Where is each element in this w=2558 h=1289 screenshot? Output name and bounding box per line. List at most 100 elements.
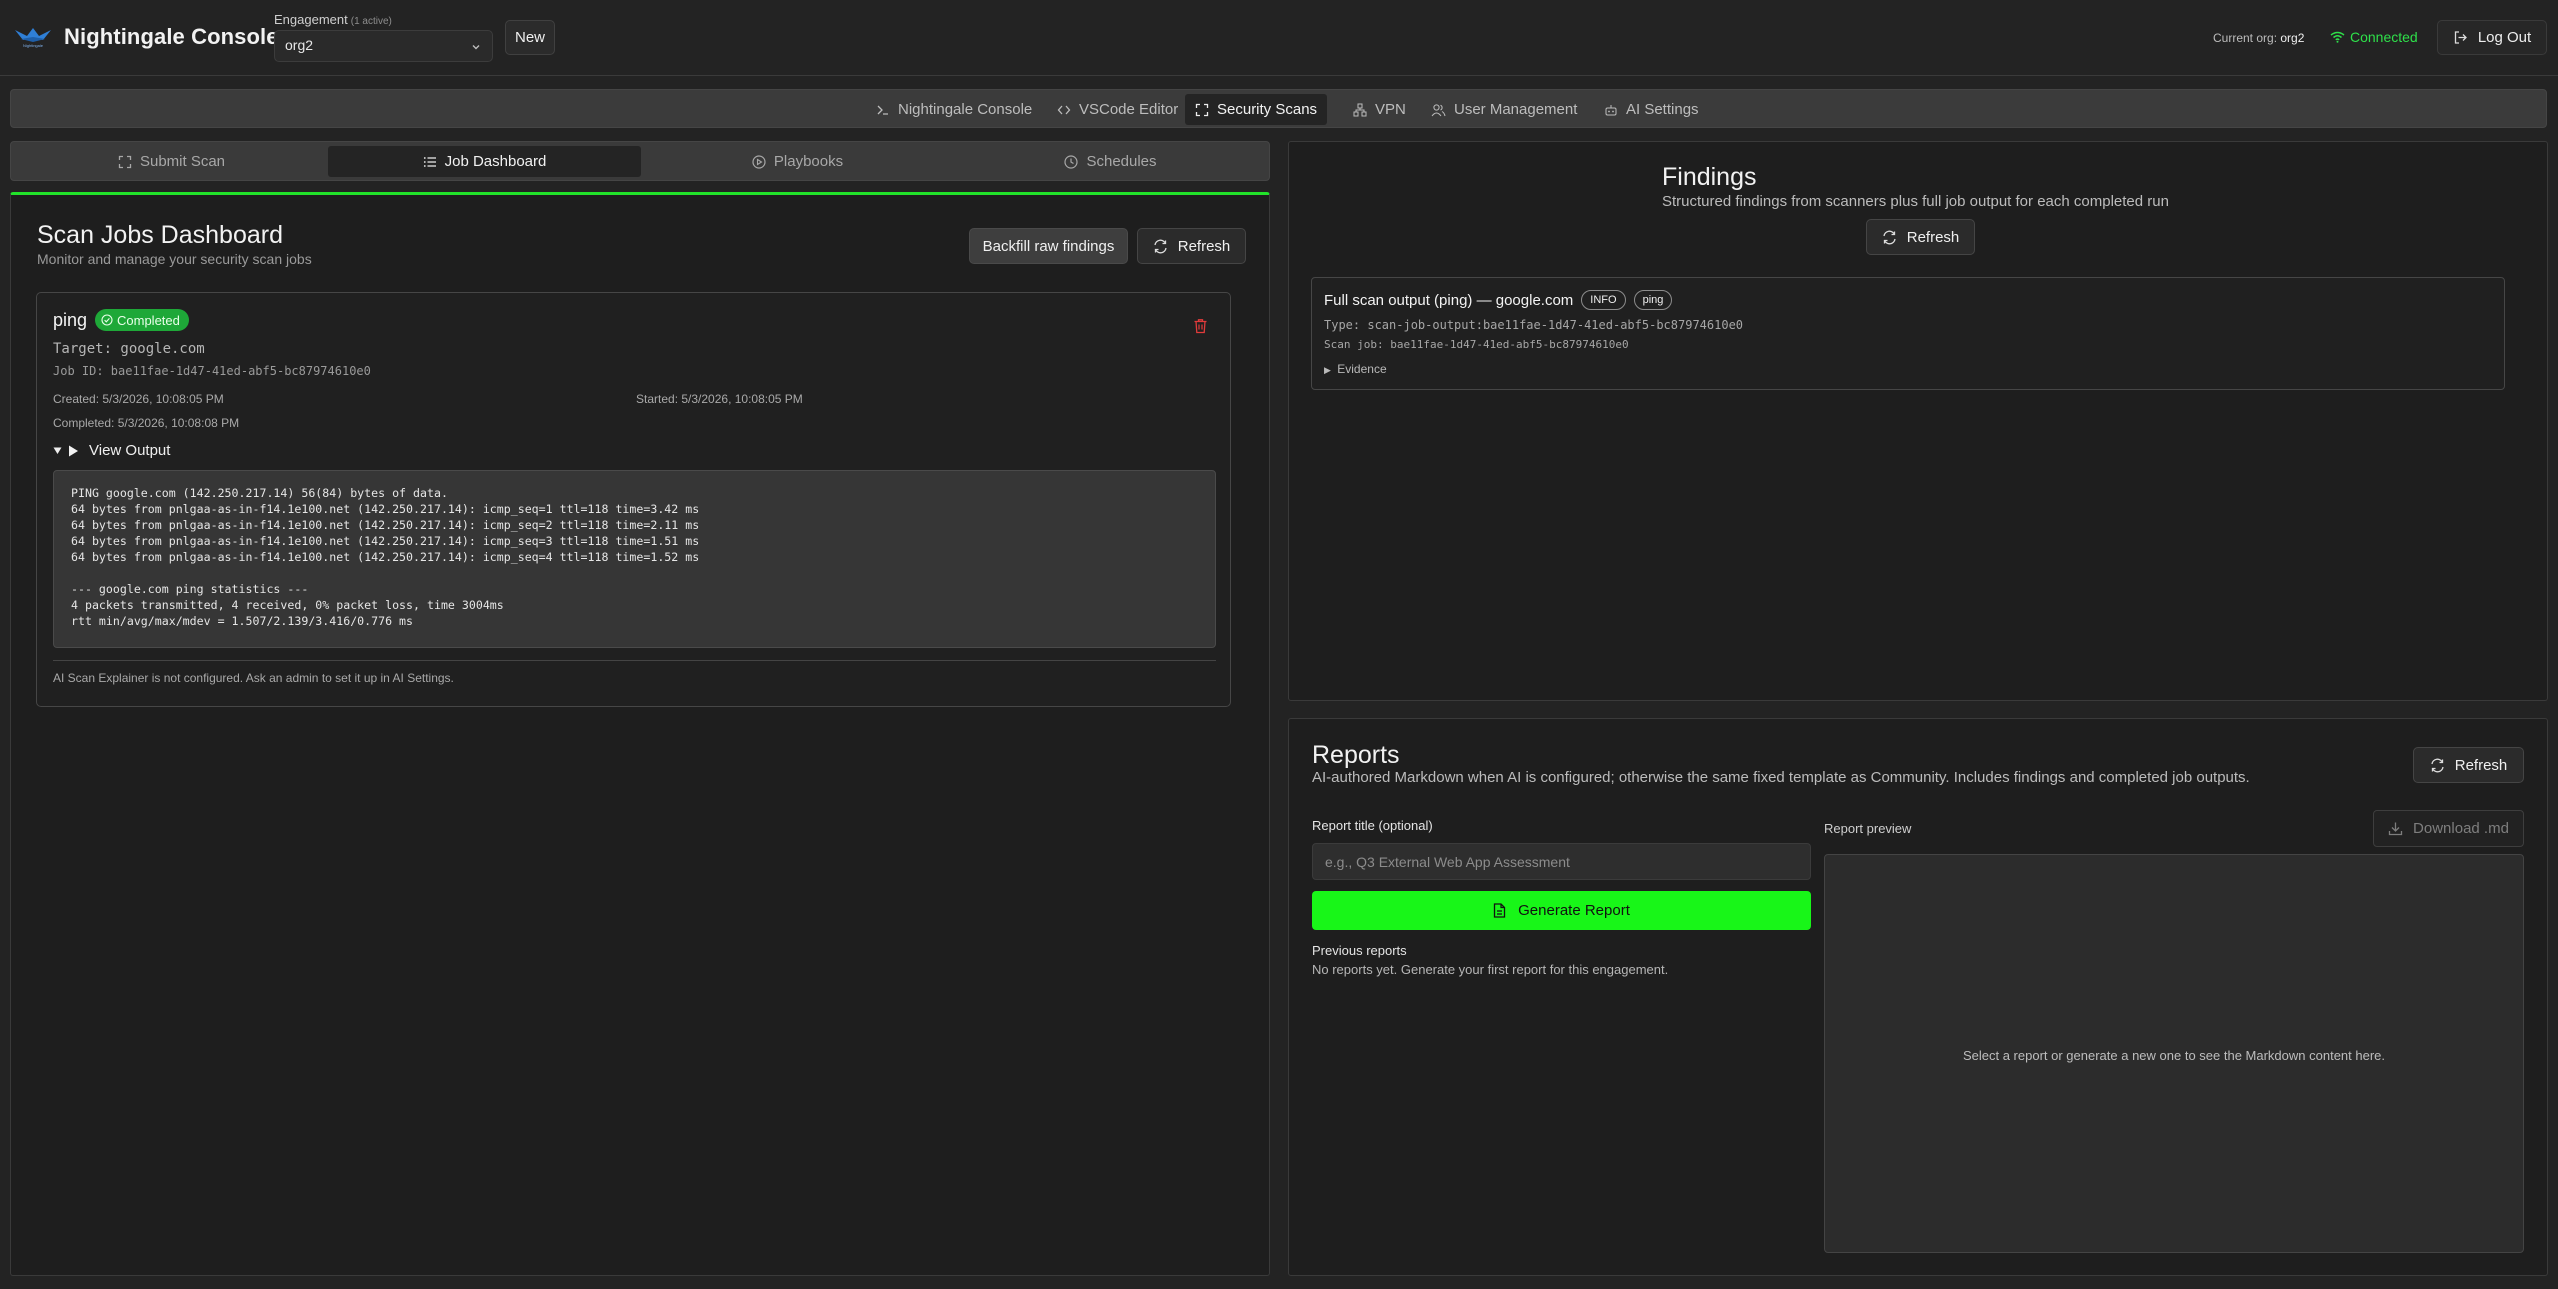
- refresh-findings-button[interactable]: Refresh: [1866, 219, 1975, 255]
- nav-ai-settings[interactable]: AI Settings: [1594, 94, 1709, 125]
- finding-scan-job: Scan job: bae11fae-1d47-41ed-abf5-bc8797…: [1324, 338, 1629, 351]
- refresh-icon: [1882, 230, 1897, 245]
- wifi-icon: [2330, 31, 2345, 43]
- tab-submit-scan[interactable]: Submit Scan: [15, 146, 328, 177]
- view-output-toggle[interactable]: View Output: [53, 442, 170, 459]
- bot-icon: [1604, 103, 1618, 117]
- nightingale-logo[interactable]: Nightingale: [13, 26, 53, 48]
- nav-nightingale-console[interactable]: Nightingale Console: [866, 94, 1042, 125]
- job-started: Started: 5/3/2026, 10:08:05 PM: [636, 392, 803, 406]
- tab-label: Job Dashboard: [444, 153, 547, 170]
- nav-item-label: Nightingale Console: [898, 101, 1033, 118]
- refresh-icon: [2430, 758, 2445, 773]
- job-id: Job ID: bae11fae-1d47-41ed-abf5-bc879746…: [53, 364, 371, 378]
- report-preview-empty: Select a report or generate a new one to…: [1962, 1048, 2386, 1063]
- findings-panel: Findings Structured findings from scanne…: [1288, 141, 2548, 701]
- engagement-label-text: Engagement: [274, 12, 348, 27]
- tab-job-dashboard[interactable]: Job Dashboard: [328, 146, 641, 177]
- report-title-input[interactable]: [1312, 843, 1811, 880]
- app-title: Nightingale Console: [64, 24, 279, 49]
- page-subtitle: Monitor and manage your security scan jo…: [37, 251, 312, 267]
- scanner-tag: ping: [1633, 290, 1673, 310]
- tab-schedules[interactable]: Schedules: [954, 146, 1267, 177]
- network-icon: [1353, 103, 1367, 117]
- nav-item-label: Security Scans: [1217, 101, 1318, 118]
- reports-subtitle: AI-authored Markdown when AI is configur…: [1312, 769, 2250, 786]
- scan-subtabs: Submit Scan Job Dashboard Playbooks Sche…: [10, 141, 1270, 181]
- job-card: ping Completed Target: google.com Job ID…: [36, 292, 1231, 707]
- delete-job-button[interactable]: [1193, 318, 1208, 334]
- reports-panel: Reports AI-authored Markdown when AI is …: [1288, 718, 2548, 1276]
- nav-item-label: User Management: [1454, 101, 1578, 118]
- engagement-select[interactable]: org2: [274, 30, 493, 62]
- generate-report-button[interactable]: Generate Report: [1312, 891, 1811, 930]
- disclosure-open-icon: [53, 446, 62, 455]
- scan-icon: [118, 155, 132, 169]
- new-engagement-button[interactable]: New: [505, 20, 555, 55]
- refresh-label: Refresh: [1177, 237, 1231, 255]
- engagement-label: Engagement (1 active): [274, 12, 392, 27]
- list-icon: [423, 155, 437, 169]
- evidence-toggle[interactable]: ▶ Evidence: [1324, 362, 1387, 376]
- download-md-button[interactable]: Download .md: [2373, 810, 2524, 847]
- nav-vpn[interactable]: VPN: [1343, 94, 1416, 125]
- main-nav: Nightingale Console VSCode Editor Securi…: [10, 89, 2547, 128]
- connection-status: Connected: [2330, 29, 2418, 45]
- nav-security-scans[interactable]: Security Scans: [1185, 94, 1328, 125]
- users-icon: [1431, 103, 1446, 117]
- check-circle-icon: [101, 314, 113, 326]
- finding-header: Full scan output (ping) — google.com INF…: [1324, 290, 1673, 310]
- download-icon: [2388, 821, 2403, 836]
- job-output: PING google.com (142.250.217.14) 56(84) …: [53, 470, 1216, 648]
- engagement-active-count: (1 active): [350, 16, 392, 27]
- tab-label: Schedules: [1086, 153, 1157, 170]
- reports-title: Reports: [1312, 741, 1400, 769]
- previous-reports-empty: No reports yet. Generate your first repo…: [1312, 962, 1669, 977]
- current-org-label: Current org:: [2213, 31, 2278, 45]
- scan-icon: [1195, 103, 1209, 117]
- evidence-label: Evidence: [1337, 362, 1387, 376]
- divider: [53, 660, 1216, 661]
- job-name: ping: [53, 310, 88, 330]
- logout-button[interactable]: Log Out: [2437, 20, 2547, 55]
- job-created: Created: 5/3/2026, 10:08:05 PM: [53, 392, 224, 406]
- job-completed: Completed: 5/3/2026, 10:08:08 PM: [53, 416, 240, 430]
- logout-icon: [2453, 30, 2468, 45]
- finding-type: Type: scan-job-output:bae11fae-1d47-41ed…: [1324, 318, 1744, 332]
- download-label: Download .md: [2413, 820, 2509, 837]
- nav-user-management[interactable]: User Management: [1421, 94, 1587, 125]
- backfill-findings-button[interactable]: Backfill raw findings: [969, 228, 1128, 264]
- svg-text:Nightingale: Nightingale: [23, 43, 44, 48]
- nav-vscode-editor[interactable]: VSCode Editor: [1047, 94, 1188, 125]
- refresh-jobs-button[interactable]: Refresh: [1137, 228, 1246, 264]
- refresh-icon: [1153, 239, 1168, 254]
- logout-label: Log Out: [2477, 29, 2532, 46]
- connection-status-text: Connected: [2350, 29, 2418, 45]
- status-badge-text: Completed: [117, 312, 180, 328]
- finding-title: Full scan output (ping) — google.com: [1324, 291, 1574, 309]
- report-title-label: Report title (optional): [1312, 818, 1433, 833]
- ai-explainer-note: AI Scan Explainer is not configured. Ask…: [53, 671, 454, 685]
- trash-icon: [1193, 318, 1208, 334]
- page-title: Scan Jobs Dashboard: [37, 221, 283, 249]
- nav-item-label: VSCode Editor: [1079, 101, 1179, 118]
- refresh-label: Refresh: [2454, 756, 2508, 774]
- top-header: Nightingale Nightingale Console Engageme…: [0, 0, 2558, 76]
- tab-playbooks[interactable]: Playbooks: [641, 146, 954, 177]
- play-triangle-icon: [68, 445, 79, 457]
- nav-item-label: AI Settings: [1626, 101, 1699, 118]
- severity-badge: INFO: [1581, 290, 1626, 310]
- code-icon: [1057, 103, 1071, 117]
- refresh-label: Refresh: [1906, 228, 1960, 246]
- engagement-select-value: org2: [285, 37, 314, 53]
- job-dashboard-panel: Scan Jobs Dashboard Monitor and manage y…: [10, 192, 1270, 1276]
- disclosure-closed-icon: ▶: [1324, 365, 1331, 375]
- generate-report-label: Generate Report: [1518, 902, 1630, 919]
- findings-subtitle: Structured findings from scanners plus f…: [1662, 193, 2169, 210]
- findings-title: Findings: [1662, 163, 1757, 191]
- clock-icon: [1064, 154, 1079, 169]
- refresh-reports-button[interactable]: Refresh: [2413, 747, 2524, 783]
- nav-item-label: VPN: [1375, 101, 1406, 118]
- tab-label: Playbooks: [773, 153, 844, 170]
- play-icon: [752, 154, 766, 169]
